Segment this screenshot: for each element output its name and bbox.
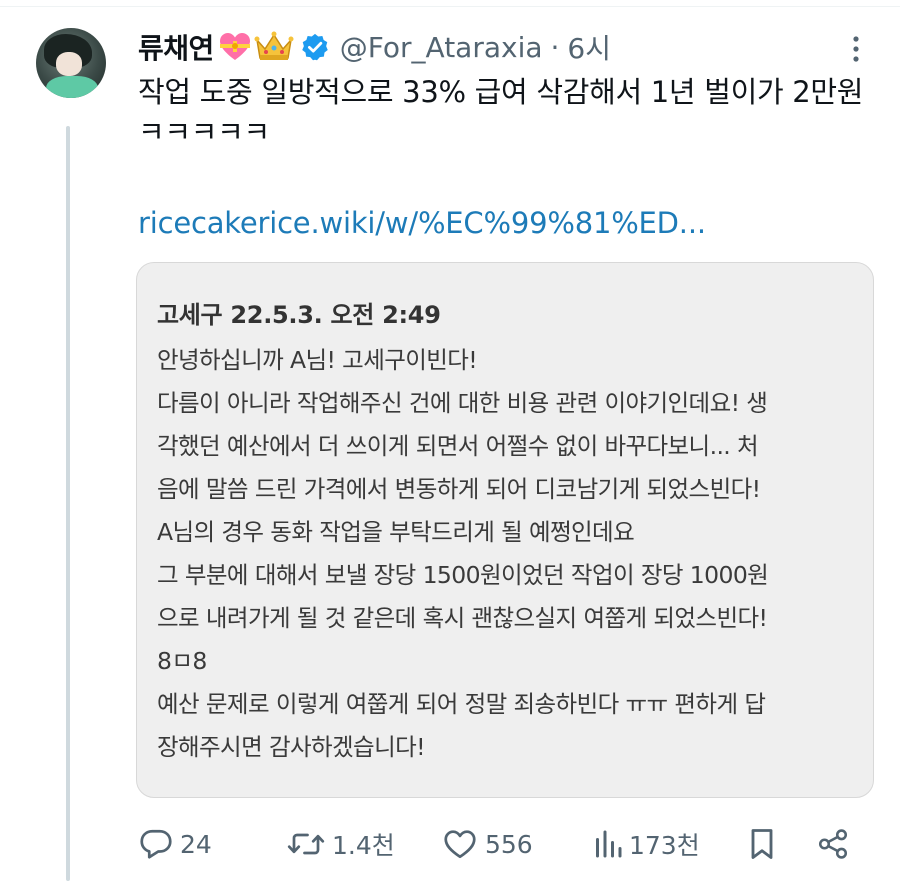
avatar-face (56, 52, 82, 76)
thread-line (66, 126, 70, 881)
top-divider (0, 6, 900, 7)
views-count: 173천 (629, 831, 700, 860)
message-line: 각했던 예산에서 더 쓰이게 되면서 어쩔수 없이 바꾸다보니... 처 (157, 432, 759, 460)
bookmark-icon (746, 826, 778, 862)
crown-emoji-icon (254, 31, 294, 63)
like-button[interactable]: 556 (441, 822, 533, 866)
heart-icon (441, 826, 479, 862)
avatar[interactable] (36, 28, 106, 98)
message-line: 예산 문제로 이렇게 여쭙게 되어 정말 죄송하빈다 ㅠㅠ 편하게 답 (157, 690, 766, 718)
share-button[interactable] (816, 822, 850, 866)
display-name[interactable]: 류채연 (138, 27, 214, 67)
reply-button[interactable]: 24 (138, 822, 212, 866)
bookmark-button[interactable] (746, 822, 778, 866)
views-button[interactable]: 173천 (593, 822, 700, 866)
retweet-button[interactable]: 1.4천 (286, 822, 395, 866)
retweet-icon (286, 826, 326, 862)
message-line: 8ㅁ8 (157, 647, 207, 675)
message-line: 으로 내려가게 될 것 같은데 혹시 괜찮으실지 여쭙게 되었스빈다! (157, 604, 768, 632)
message-line: 그 부분에 대해서 보낼 장당 1500원이었던 작업이 장당 1000원 (157, 561, 769, 589)
tweet-header: 류채연 @For_Ataraxia · 6시 (138, 24, 611, 70)
avatar-jacket (46, 76, 98, 98)
timestamp[interactable]: 6시 (567, 27, 611, 67)
tweet-link[interactable]: ricecakerice.wiki/w/%EC%99%81%ED... (138, 206, 706, 240)
more-vertical-icon[interactable] (850, 34, 862, 64)
attached-image-card[interactable]: 고세구 22.5.3. 오전 2:49 안녕하십니까 A님! 고세구이빈다! 다… (136, 262, 874, 798)
verified-badge-icon (300, 32, 330, 62)
message-line: 다름이 아니라 작업해주신 건에 대한 비용 관련 이야기인데요! 생 (157, 389, 768, 417)
tweet-actions: 24 1.4천 556 173천 (138, 822, 858, 866)
retweet-count: 1.4천 (332, 831, 395, 860)
views-icon (593, 826, 623, 862)
message-header: 고세구 22.5.3. 오전 2:49 (157, 301, 441, 329)
share-icon (816, 826, 850, 862)
message-line: A님의 경우 동화 작업을 부탁드리게 될 예쩡인데요 (157, 518, 635, 546)
message-line: 장해주시면 감사하겠습니다! (157, 733, 426, 761)
message-line: 안녕하십니까 A님! 고세구이빈다! (157, 346, 478, 374)
message-line: 음에 말씀 드린 가격에서 변동하게 되어 디코남기게 되었스빈다! (157, 475, 761, 503)
separator-dot: · (550, 30, 560, 64)
reply-count: 24 (180, 829, 212, 859)
reply-icon (138, 826, 174, 862)
like-count: 556 (485, 829, 533, 859)
heart-ribbon-emoji-icon (218, 32, 252, 62)
tweet-text: 작업 도중 일방적으로 33% 급여 삭감해서 1년 벌이가 2만원ㅋㅋㅋㅋㅋ (138, 75, 864, 149)
user-handle[interactable]: @For_Ataraxia (340, 31, 543, 64)
message-body: 안녕하십니까 A님! 고세구이빈다! 다름이 아니라 작업해주신 건에 대한 비… (157, 339, 857, 769)
